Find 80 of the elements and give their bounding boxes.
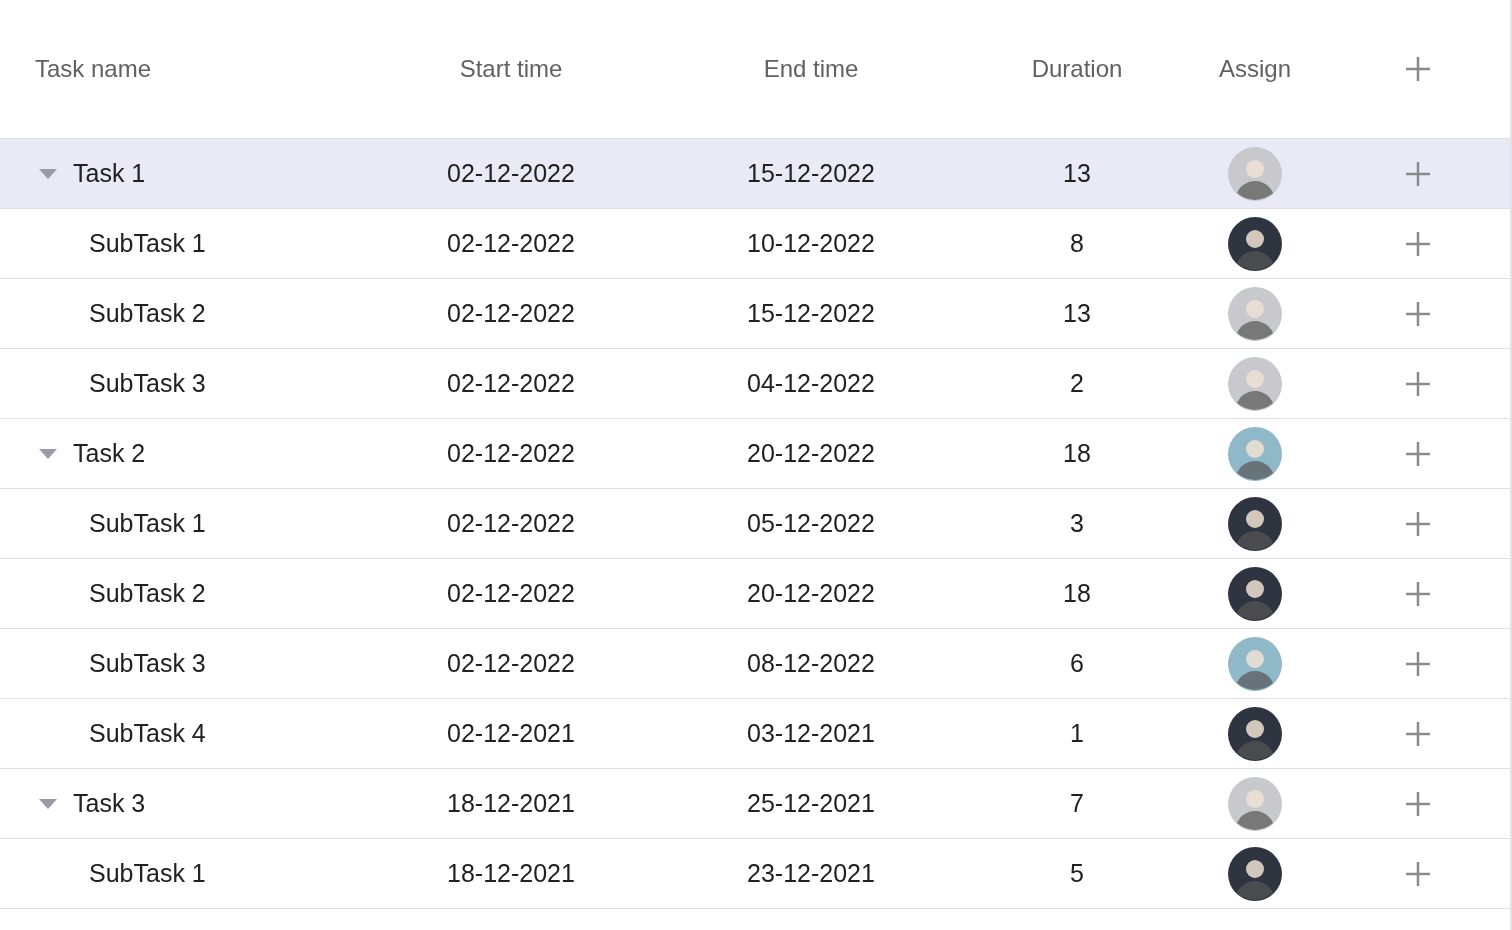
task-name: Task 1 bbox=[73, 159, 146, 188]
start-date: 02-12-2021 bbox=[446, 719, 576, 748]
end-date: 20-12-2022 bbox=[746, 439, 876, 468]
column-header[interactable]: Task name bbox=[0, 55, 380, 83]
add-icon[interactable] bbox=[1404, 229, 1432, 258]
task-name: Task 2 bbox=[73, 439, 146, 468]
caret-icon[interactable] bbox=[39, 448, 57, 459]
duration: 18 bbox=[1062, 579, 1092, 608]
task-row[interactable]: SubTask 1 02-12-2022 10-12-2022 8 bbox=[0, 209, 1510, 279]
avatar-icon[interactable] bbox=[1228, 496, 1282, 551]
add-icon[interactable] bbox=[1404, 369, 1432, 398]
caret-icon[interactable] bbox=[39, 798, 57, 809]
start-date: 18-12-2021 bbox=[446, 789, 576, 818]
start-date: 18-12-2021 bbox=[446, 859, 576, 888]
task-name: SubTask 2 bbox=[89, 299, 206, 328]
add-icon[interactable] bbox=[1404, 159, 1432, 188]
column-header[interactable]: Duration bbox=[980, 55, 1174, 83]
end-date: 03-12-2021 bbox=[746, 719, 876, 748]
caret-icon[interactable] bbox=[39, 168, 57, 179]
task-row[interactable]: SubTask 1 02-12-2022 05-12-2022 3 bbox=[0, 489, 1510, 559]
duration: 13 bbox=[1062, 159, 1092, 188]
column-header[interactable]: Start time bbox=[380, 55, 642, 83]
avatar-icon[interactable] bbox=[1228, 566, 1282, 621]
duration: 1 bbox=[1069, 719, 1085, 748]
task-row[interactable]: SubTask 3 02-12-2022 04-12-2022 2 bbox=[0, 349, 1510, 419]
task-row[interactable]: SubTask 3 02-12-2022 08-12-2022 6 bbox=[0, 629, 1510, 699]
duration: 18 bbox=[1062, 439, 1092, 468]
avatar-icon[interactable] bbox=[1228, 846, 1282, 901]
task-row[interactable]: Task 1 02-12-2022 15-12-2022 13 bbox=[0, 139, 1510, 209]
end-date: 10-12-2022 bbox=[746, 229, 876, 258]
task-row[interactable]: SubTask 2 02-12-2022 20-12-2022 18 bbox=[0, 559, 1510, 629]
start-date: 02-12-2022 bbox=[446, 649, 576, 678]
task-row[interactable]: Task 2 02-12-2022 20-12-2022 18 bbox=[0, 419, 1510, 489]
start-date: 02-12-2022 bbox=[446, 159, 576, 188]
duration: 2 bbox=[1069, 369, 1085, 398]
task-row[interactable]: SubTask 2 02-12-2022 15-12-2022 13 bbox=[0, 279, 1510, 349]
duration: 6 bbox=[1069, 649, 1085, 678]
task-name: SubTask 4 bbox=[89, 719, 206, 748]
end-date: 15-12-2022 bbox=[746, 299, 876, 328]
end-date: 04-12-2022 bbox=[746, 369, 876, 398]
add-icon[interactable] bbox=[1404, 859, 1432, 888]
task-name: Task 3 bbox=[73, 789, 146, 818]
end-date: 05-12-2022 bbox=[746, 509, 876, 538]
start-date: 02-12-2022 bbox=[446, 509, 576, 538]
add-icon[interactable] bbox=[1404, 579, 1432, 608]
start-date: 02-12-2022 bbox=[446, 579, 576, 608]
duration: 3 bbox=[1069, 509, 1085, 538]
task-row[interactable]: Task 3 18-12-2021 25-12-2021 7 bbox=[0, 769, 1510, 839]
add-icon[interactable] bbox=[1404, 789, 1432, 818]
task-name: SubTask 2 bbox=[89, 579, 206, 608]
duration: 13 bbox=[1062, 299, 1092, 328]
add-icon[interactable] bbox=[1404, 509, 1432, 538]
add-column-icon[interactable] bbox=[1404, 55, 1432, 83]
end-date: 15-12-2022 bbox=[746, 159, 876, 188]
end-date: 20-12-2022 bbox=[746, 579, 876, 608]
start-date: 02-12-2022 bbox=[446, 229, 576, 258]
task-row[interactable]: SubTask 4 02-12-2021 03-12-2021 1 bbox=[0, 699, 1510, 769]
task-name: SubTask 1 bbox=[89, 229, 206, 258]
add-icon[interactable] bbox=[1404, 439, 1432, 468]
add-icon[interactable] bbox=[1404, 649, 1432, 678]
start-date: 02-12-2022 bbox=[446, 439, 576, 468]
task-name: SubTask 3 bbox=[89, 369, 206, 398]
duration: 8 bbox=[1069, 229, 1085, 258]
column-header[interactable]: End time bbox=[642, 55, 980, 83]
avatar-icon[interactable] bbox=[1228, 216, 1282, 271]
task-name: SubTask 1 bbox=[89, 509, 206, 538]
task-name: SubTask 3 bbox=[89, 649, 206, 678]
duration: 5 bbox=[1069, 859, 1085, 888]
end-date: 08-12-2022 bbox=[746, 649, 876, 678]
avatar-icon[interactable] bbox=[1228, 706, 1282, 761]
duration: 7 bbox=[1069, 789, 1085, 818]
start-date: 02-12-2022 bbox=[446, 299, 576, 328]
end-date: 25-12-2021 bbox=[746, 789, 876, 818]
start-date: 02-12-2022 bbox=[446, 369, 576, 398]
task-row[interactable]: SubTask 1 18-12-2021 23-12-2021 5 bbox=[0, 839, 1510, 909]
end-date: 23-12-2021 bbox=[746, 859, 876, 888]
add-icon[interactable] bbox=[1404, 299, 1432, 328]
column-header[interactable]: Assign bbox=[1174, 55, 1336, 83]
add-icon[interactable] bbox=[1404, 719, 1432, 748]
task-name: SubTask 1 bbox=[89, 859, 206, 888]
